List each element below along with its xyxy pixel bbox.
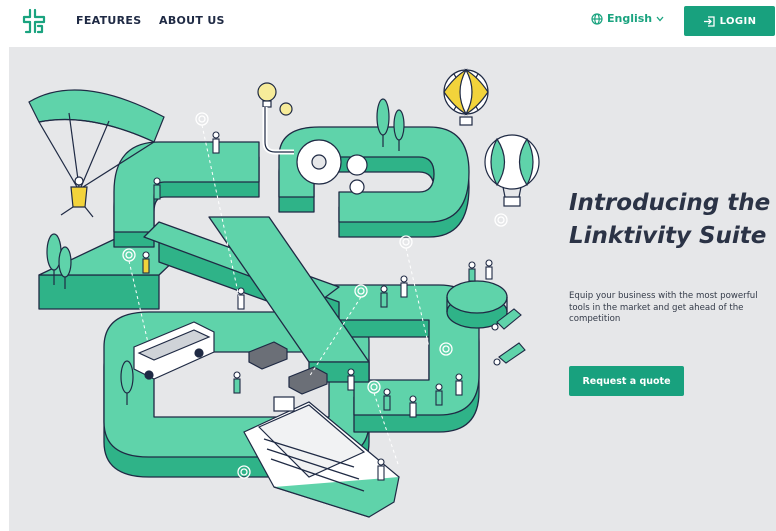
- top-navigation-bar: FEATURES ABOUT US English LOGIN: [0, 0, 776, 44]
- language-label: English: [607, 12, 653, 25]
- login-icon: [703, 15, 715, 27]
- hero-title: Introducing the Linktivity Suite: [569, 190, 771, 249]
- hero-illustration: [28, 68, 540, 518]
- login-button[interactable]: LOGIN: [684, 6, 775, 36]
- login-label: LOGIN: [719, 15, 757, 27]
- nav-about-link[interactable]: ABOUT US: [159, 14, 225, 27]
- globe-icon: [591, 12, 603, 25]
- hero-description: Equip your business with the most powerf…: [569, 291, 758, 324]
- hero-section: Introducing the Linktivity Suite Equip y…: [9, 47, 776, 531]
- nav-features-link[interactable]: FEATURES: [76, 14, 141, 27]
- linktivity-logo[interactable]: [21, 8, 47, 34]
- language-selector[interactable]: English: [591, 12, 668, 25]
- chevron-down-icon: [656, 16, 664, 21]
- request-quote-button[interactable]: Request a quote: [569, 366, 684, 396]
